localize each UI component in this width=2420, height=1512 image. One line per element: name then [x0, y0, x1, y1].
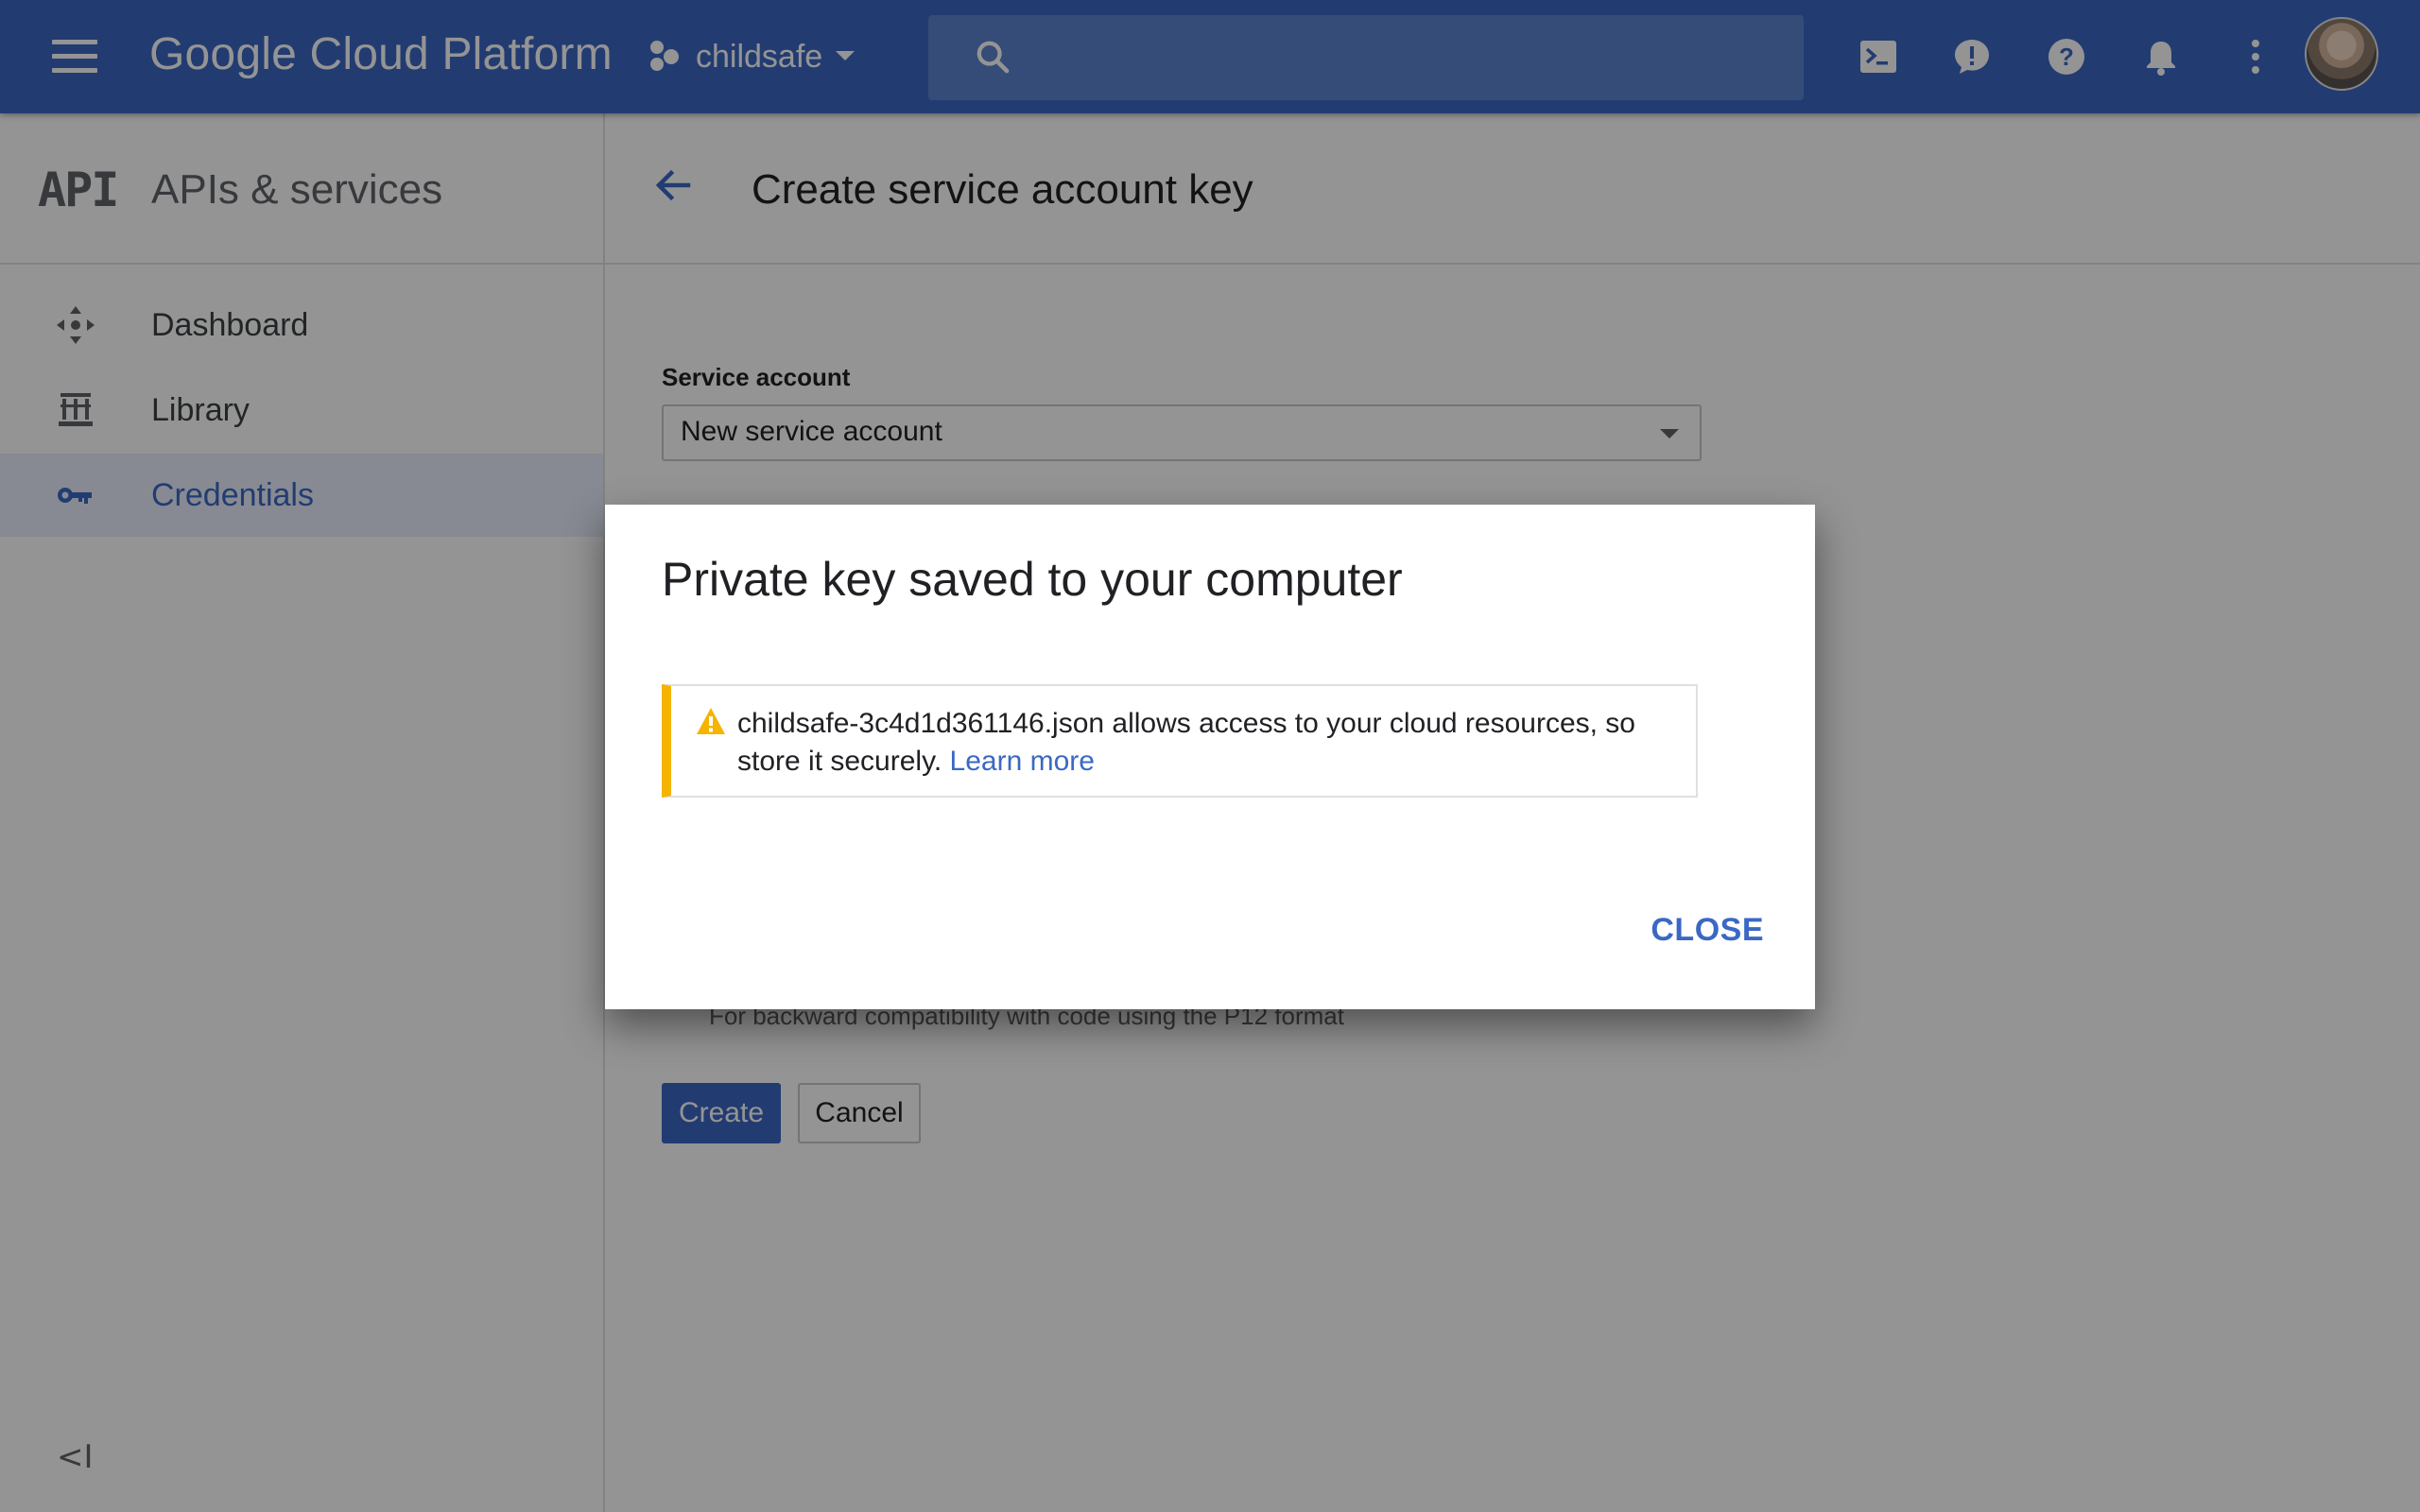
- learn-more-link[interactable]: Learn more: [950, 746, 1095, 777]
- private-key-dialog: Private key saved to your computer child…: [605, 505, 1815, 1009]
- close-button[interactable]: CLOSE: [1645, 911, 1770, 950]
- warning-text: childsafe-3c4d1d361146.json allows acces…: [737, 708, 1635, 777]
- dialog-title: Private key saved to your computer: [662, 553, 1403, 606]
- warning-message: childsafe-3c4d1d361146.json allows acces…: [737, 705, 1683, 781]
- warning-icon: [697, 708, 725, 734]
- warning-callout: childsafe-3c4d1d361146.json allows acces…: [662, 684, 1698, 798]
